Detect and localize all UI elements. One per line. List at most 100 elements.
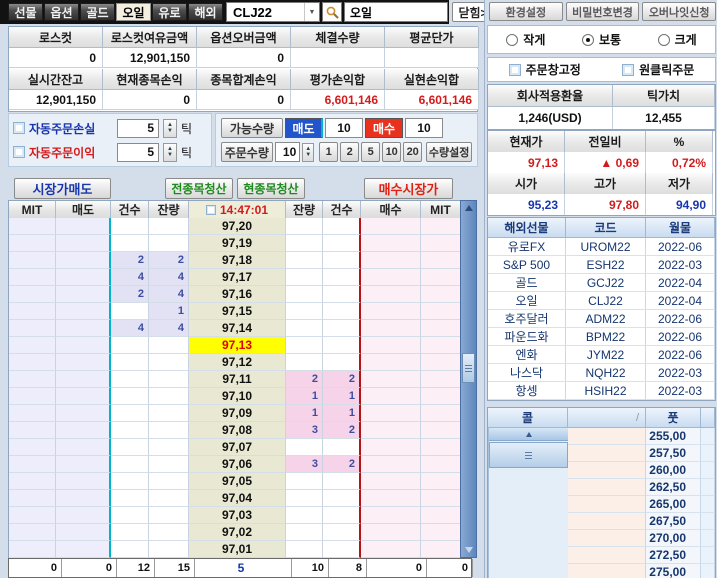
dom-buy-cell[interactable] (361, 303, 421, 320)
dom-buy-qty-cell[interactable] (286, 235, 323, 252)
dom-sell-count-cell[interactable]: 2 (111, 252, 149, 269)
instrument-cell[interactable]: 2022-06 (646, 310, 715, 328)
dom-buy-cell[interactable] (361, 524, 421, 541)
option-call-cell[interactable] (568, 445, 646, 462)
dom-sell-qty-cell[interactable] (149, 490, 189, 507)
option-call-cell[interactable] (568, 513, 646, 530)
dom-sell-cell[interactable] (56, 524, 111, 541)
dom-sell-cell[interactable] (56, 473, 111, 490)
dom-buy-cell[interactable] (361, 269, 421, 286)
dom-mit-buy-cell[interactable] (421, 235, 461, 252)
futures-tab-1[interactable]: 옵션 (44, 3, 79, 21)
dom-buy-count-cell[interactable] (323, 320, 361, 337)
oneclick-checkbox[interactable] (622, 64, 634, 76)
dom-sell-qty-cell[interactable]: 2 (149, 252, 189, 269)
option-call-cell[interactable] (568, 428, 646, 445)
dom-mit-sell-cell[interactable] (9, 235, 56, 252)
qty-preset-1[interactable]: 1 (319, 142, 338, 162)
option-strike-cell[interactable]: 262,50 (646, 479, 701, 496)
futures-tab-3[interactable]: 오일 (116, 3, 151, 21)
dom-sell-qty-cell[interactable] (149, 371, 189, 388)
auto-loss-spinner[interactable]: ▲▼ (163, 119, 177, 138)
dom-mit-sell-cell[interactable] (9, 541, 56, 558)
option-strike-cell[interactable]: 260,00 (646, 462, 701, 479)
dom-sell-qty-cell[interactable]: 4 (149, 320, 189, 337)
option-strike-cell[interactable]: 270,00 (646, 530, 701, 547)
dom-buy-cell[interactable] (361, 235, 421, 252)
dom-sell-cell[interactable] (56, 286, 111, 303)
dom-mit-buy-cell[interactable] (421, 439, 461, 456)
dom-buy-count-cell[interactable] (323, 524, 361, 541)
dom-mit-buy-cell[interactable] (421, 541, 461, 558)
option-strike-cell[interactable]: 265,00 (646, 496, 701, 513)
dom-price-cell[interactable]: 97,17 (189, 269, 286, 286)
qty-preset-10[interactable]: 10 (382, 142, 401, 162)
dom-buy-cell[interactable] (361, 456, 421, 473)
dom-buy-cell[interactable] (361, 320, 421, 337)
dom-sell-count-cell[interactable] (111, 337, 149, 354)
dom-buy-qty-cell[interactable] (286, 286, 323, 303)
instrument-cell[interactable]: 2022-06 (646, 328, 715, 346)
option-put-cell[interactable] (701, 496, 715, 513)
dom-buy-count-cell[interactable] (323, 286, 361, 303)
oneclick-option[interactable]: 원클릭주문 (622, 61, 694, 78)
dom-sell-cell[interactable] (56, 405, 111, 422)
dom-buy-cell[interactable] (361, 541, 421, 558)
dom-price-cell[interactable]: 97,08 (189, 422, 286, 439)
options-scroll-up-icon[interactable] (489, 428, 568, 441)
dom-sell-qty-cell[interactable]: 1 (149, 303, 189, 320)
dom-mit-buy-cell[interactable] (421, 422, 461, 439)
instrument-cell[interactable]: NQH22 (566, 364, 646, 382)
dom-mit-buy-cell[interactable] (421, 507, 461, 524)
instrument-cell[interactable]: 2022-03 (646, 256, 715, 274)
instrument-cell[interactable]: UROM22 (566, 238, 646, 256)
dom-mit-buy-cell[interactable] (421, 456, 461, 473)
dom-mit-sell-cell[interactable] (9, 320, 56, 337)
instrument-cell[interactable]: 오일 (488, 292, 566, 310)
dom-sell-cell[interactable] (56, 354, 111, 371)
dom-price-cell[interactable]: 97,02 (189, 524, 286, 541)
dom-price-cell[interactable]: 97,03 (189, 507, 286, 524)
dom-sell-qty-cell[interactable]: 4 (149, 286, 189, 303)
option-call-cell[interactable] (568, 564, 646, 578)
dom-sell-qty-cell[interactable] (149, 235, 189, 252)
dom-sell-count-cell[interactable] (111, 303, 149, 320)
dom-mit-sell-cell[interactable] (9, 286, 56, 303)
scroll-up-icon[interactable] (461, 201, 476, 215)
size-option-1[interactable]: 보통 (582, 31, 621, 48)
dom-buy-count-cell[interactable] (323, 235, 361, 252)
scroll-down-icon[interactable] (461, 543, 476, 557)
dom-buy-count-cell[interactable]: 1 (323, 405, 361, 422)
dom-price-cell[interactable]: 97,04 (189, 490, 286, 507)
dom-buy-cell[interactable] (361, 354, 421, 371)
settings-button-1[interactable]: 비밀번호변경 (566, 2, 640, 21)
auto-loss-checkbox[interactable] (13, 122, 25, 134)
dom-mit-buy-cell[interactable] (421, 473, 461, 490)
dom-buy-cell[interactable] (361, 218, 421, 235)
dom-mit-buy-cell[interactable] (421, 371, 461, 388)
dom-sell-qty-cell[interactable] (149, 218, 189, 235)
dom-sell-cell[interactable] (56, 507, 111, 524)
option-call-cell[interactable] (568, 496, 646, 513)
dom-buy-qty-cell[interactable] (286, 303, 323, 320)
dom-sell-qty-cell[interactable] (149, 507, 189, 524)
instrument-cell[interactable]: JYM22 (566, 346, 646, 364)
dom-price-cell[interactable]: 97,06 (189, 456, 286, 473)
qty-preset-2[interactable]: 2 (340, 142, 359, 162)
dom-buy-count-cell[interactable] (323, 490, 361, 507)
dom-mit-buy-cell[interactable] (421, 252, 461, 269)
auto-loss-ticks-input[interactable]: 5 (117, 119, 159, 138)
dom-sell-cell[interactable] (56, 269, 111, 286)
dom-buy-cell[interactable] (361, 337, 421, 354)
instrument-cell[interactable]: BPM22 (566, 328, 646, 346)
option-put-cell[interactable] (701, 547, 715, 564)
instrument-cell[interactable]: 2022-03 (646, 364, 715, 382)
dom-mit-sell-cell[interactable] (9, 507, 56, 524)
instrument-cell[interactable]: 유로FX (488, 238, 566, 256)
order-qty-input[interactable]: 10 (275, 142, 301, 162)
dom-sell-count-cell[interactable] (111, 422, 149, 439)
dom-mit-buy-cell[interactable] (421, 286, 461, 303)
dom-buy-cell[interactable] (361, 473, 421, 490)
dom-sell-cell[interactable] (56, 490, 111, 507)
dom-price-cell[interactable]: 97,15 (189, 303, 286, 320)
